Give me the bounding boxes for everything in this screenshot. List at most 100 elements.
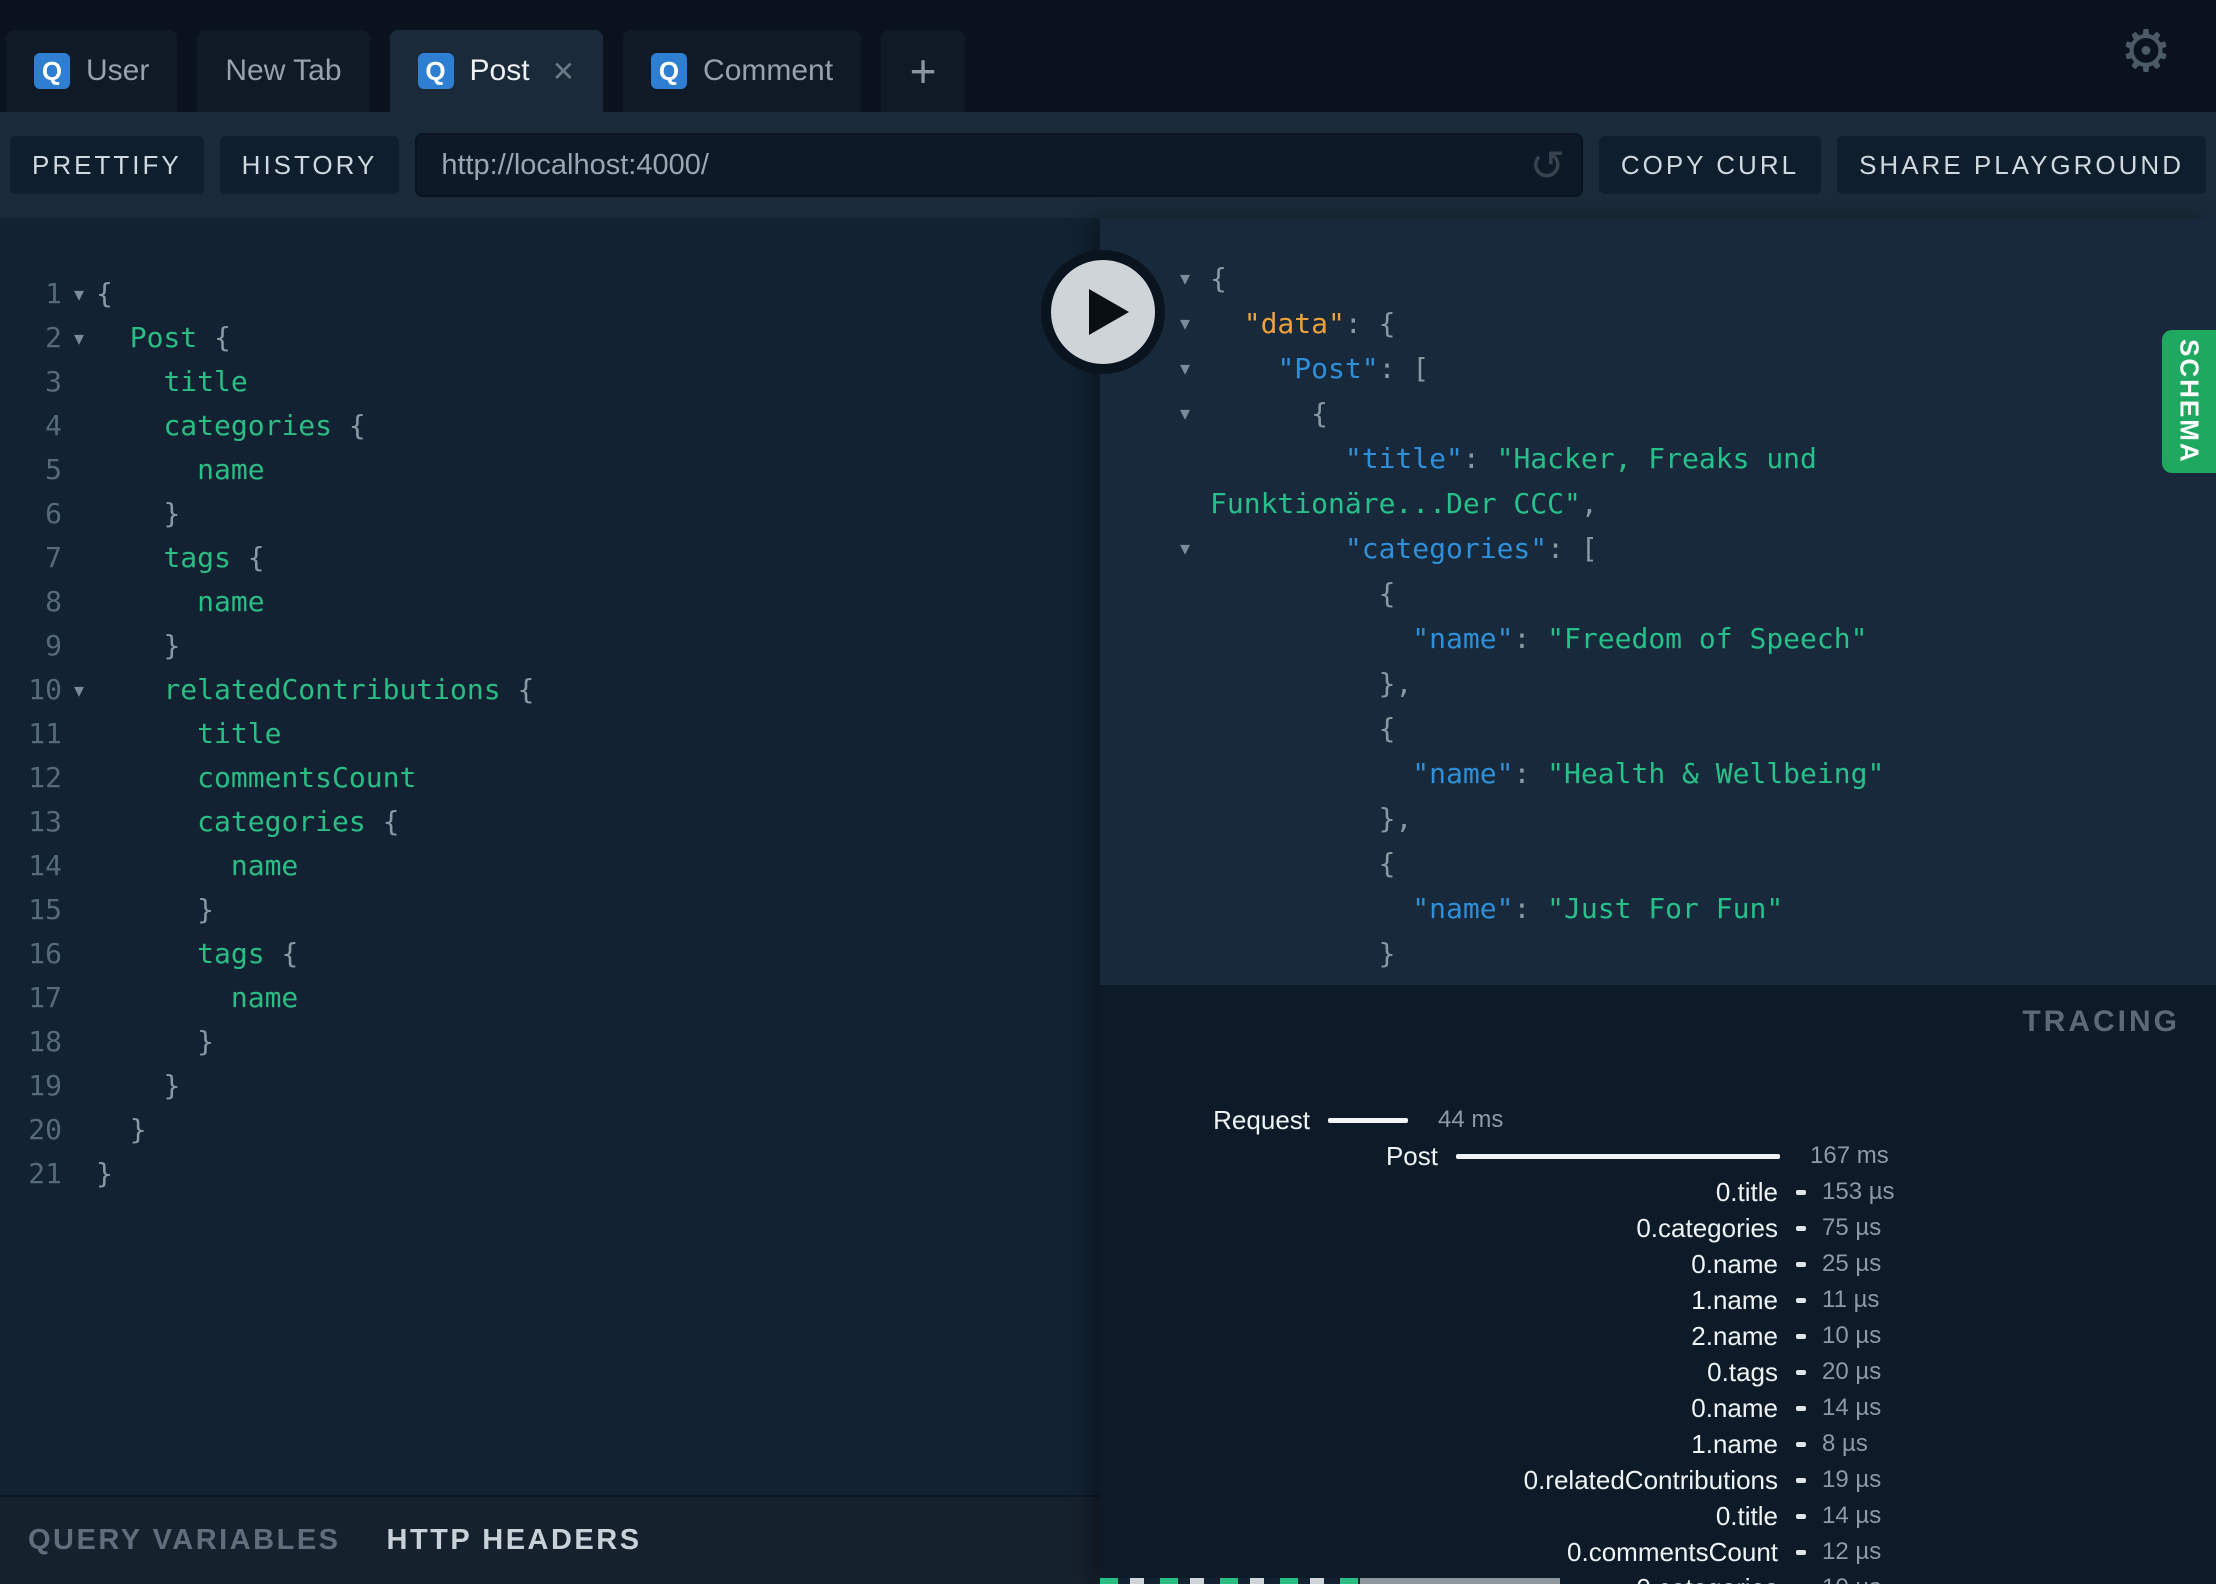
query-editor[interactable]: 1 ▾{2 ▾ Post {3 title 4 categories {5 name 6… — [0, 218, 1100, 1196]
line-number: 17 — [28, 981, 62, 1014]
editor-line: 4 categories { — [0, 404, 1100, 448]
tracing-row: 0.title 153 µs — [1100, 1176, 1895, 1208]
tracing-dash — [1796, 1261, 1806, 1267]
fold-gutter — [62, 932, 96, 976]
tracing-dash — [1796, 1369, 1806, 1375]
collapse-arrow-icon[interactable]: ▾ — [1180, 526, 1210, 571]
tab-label: User — [86, 54, 150, 87]
line-number: 14 — [28, 849, 62, 882]
tracing-duration-value: 14 µs — [1822, 1502, 1882, 1529]
tracing-row: 0.categories 75 µs — [1100, 1212, 1881, 1244]
tracing-label: 0.categories — [1636, 1212, 1778, 1243]
fold-gutter — [62, 624, 96, 668]
editor-line: 9 } — [0, 624, 1100, 668]
response-line: { — [1100, 571, 2216, 616]
editor-bottom-bar: QUERY VARIABLES HTTP HEADERS — [0, 1495, 1100, 1584]
line-number: 20 — [28, 1113, 62, 1146]
tracing-row: 0.tags 20 µs — [1100, 1356, 1881, 1388]
tracing-row: 0.commentsCount 12 µs — [1100, 1536, 1881, 1568]
play-icon — [1089, 289, 1129, 335]
fold-arrow-icon[interactable]: ▾ — [62, 668, 96, 712]
line-number: 16 — [28, 937, 62, 970]
tracing-duration-value: 25 µs — [1822, 1250, 1882, 1277]
tracing-duration-value: 19 µs — [1822, 1466, 1882, 1493]
settings-gear-icon[interactable]: ⚙ — [2120, 22, 2172, 80]
response-pane: ▾{▾ "data": {▾ "Post": [▾ { "title": "Ha… — [1100, 218, 2216, 1584]
graphql-playground-window: Q User New Tab Q Post ✕ Q Comment + ⚙ PRETTIFY H… — [0, 0, 2216, 1584]
partial-scrollbar[interactable] — [1360, 1578, 1560, 1584]
collapse-arrow-icon[interactable]: ▾ — [1180, 301, 1210, 346]
close-tab-icon[interactable]: ✕ — [552, 55, 575, 88]
response-line: { — [1100, 706, 2216, 751]
tracing-duration-value: 44 ms — [1438, 1106, 1504, 1133]
history-button[interactable]: HISTORY — [219, 136, 400, 194]
collapse-gutter — [1180, 886, 1210, 931]
tab-http-headers[interactable]: HTTP HEADERS — [387, 1524, 642, 1557]
execute-query-play-button[interactable] — [1041, 250, 1165, 374]
collapse-arrow-icon[interactable]: ▾ — [1180, 346, 1210, 391]
tracing-dash — [1796, 1477, 1806, 1483]
response-line: "name": "Just For Fun" — [1100, 886, 2216, 931]
tracing-dash — [1796, 1405, 1806, 1411]
tracing-dash — [1796, 1333, 1806, 1339]
line-number: 7 — [45, 541, 62, 574]
tab-query-variables[interactable]: QUERY VARIABLES — [28, 1524, 341, 1557]
toolbar: PRETTIFY HISTORY ↺ COPY CURL SHARE PLAYG… — [0, 112, 2216, 218]
reload-schema-icon[interactable]: ↺ — [1530, 141, 1565, 190]
tracing-duration-value: 12 µs — [1822, 1538, 1882, 1565]
clipped-content-sliver — [1100, 1578, 1360, 1584]
tracing-label: 0.commentsCount — [1567, 1536, 1778, 1567]
tracing-duration-value: 153 µs — [1822, 1178, 1895, 1205]
tracing-label: 1.name — [1691, 1428, 1778, 1459]
response-line: ] — [1100, 976, 2216, 985]
fold-gutter — [62, 976, 96, 1020]
line-number: 9 — [45, 629, 62, 662]
tracing-label: 0.name — [1691, 1392, 1778, 1423]
schema-side-tab[interactable]: SCHEMA — [2162, 330, 2216, 473]
collapse-gutter — [1180, 661, 1210, 706]
endpoint-url-wrap: ↺ — [415, 133, 1583, 197]
tracing-row: 0.relatedContributions 19 µs — [1100, 1464, 1882, 1496]
tracing-duration-value: 8 µs — [1822, 1430, 1868, 1457]
editor-line: 18 } — [0, 1020, 1100, 1064]
tracing-duration-value: 75 µs — [1822, 1214, 1882, 1241]
endpoint-url-input[interactable] — [415, 133, 1583, 197]
tab-comment[interactable]: Q Comment — [623, 30, 862, 112]
editor-line: 12 commentsCount — [0, 756, 1100, 800]
prettify-button[interactable]: PRETTIFY — [10, 136, 204, 194]
tracing-duration-value: 10 µs — [1822, 1322, 1882, 1349]
collapse-gutter — [1180, 436, 1210, 481]
editor-line: 21} — [0, 1152, 1100, 1196]
editor-line: 11 title — [0, 712, 1100, 756]
tab-post[interactable]: Q Post ✕ — [389, 30, 604, 112]
line-number: 18 — [28, 1025, 62, 1058]
fold-arrow-icon[interactable]: ▾ — [62, 316, 96, 360]
editor-line: 1 ▾{ — [0, 272, 1100, 316]
add-tab-button[interactable]: + — [881, 30, 966, 112]
copy-curl-button[interactable]: COPY CURL — [1598, 136, 1822, 194]
query-editor-pane[interactable]: 1 ▾{2 ▾ Post {3 title 4 categories {5 name 6… — [0, 218, 1100, 1584]
line-number: 15 — [28, 893, 62, 926]
tracing-row: 1.name 8 µs — [1100, 1428, 1868, 1460]
tab-user[interactable]: Q User — [6, 30, 178, 112]
fold-gutter — [62, 1152, 96, 1196]
fold-gutter — [62, 1020, 96, 1064]
share-playground-button[interactable]: SHARE PLAYGROUND — [1837, 136, 2206, 194]
tracing-duration-value: 20 µs — [1822, 1358, 1882, 1385]
line-number: 11 — [28, 717, 62, 750]
collapse-arrow-icon[interactable]: ▾ — [1180, 256, 1210, 301]
collapse-arrow-icon[interactable]: ▾ — [1180, 391, 1210, 436]
fold-gutter — [62, 360, 96, 404]
tracing-row: 0.name 14 µs — [1100, 1392, 1881, 1424]
tab-bar: Q User New Tab Q Post ✕ Q Comment + ⚙ — [0, 0, 2216, 112]
line-number: 8 — [45, 585, 62, 618]
tracing-label: 0.title — [1715, 1500, 1778, 1531]
editor-line: 6 } — [0, 492, 1100, 536]
tab-new-tab[interactable]: New Tab — [197, 30, 370, 112]
fold-gutter — [62, 536, 96, 580]
editor-line: 7 tags { — [0, 536, 1100, 580]
tracing-label: 0.relatedContributions — [1523, 1464, 1778, 1495]
fold-arrow-icon[interactable]: ▾ — [62, 272, 96, 316]
collapse-gutter — [1180, 796, 1210, 841]
tracing-duration-value: 11 µs — [1822, 1286, 1880, 1313]
